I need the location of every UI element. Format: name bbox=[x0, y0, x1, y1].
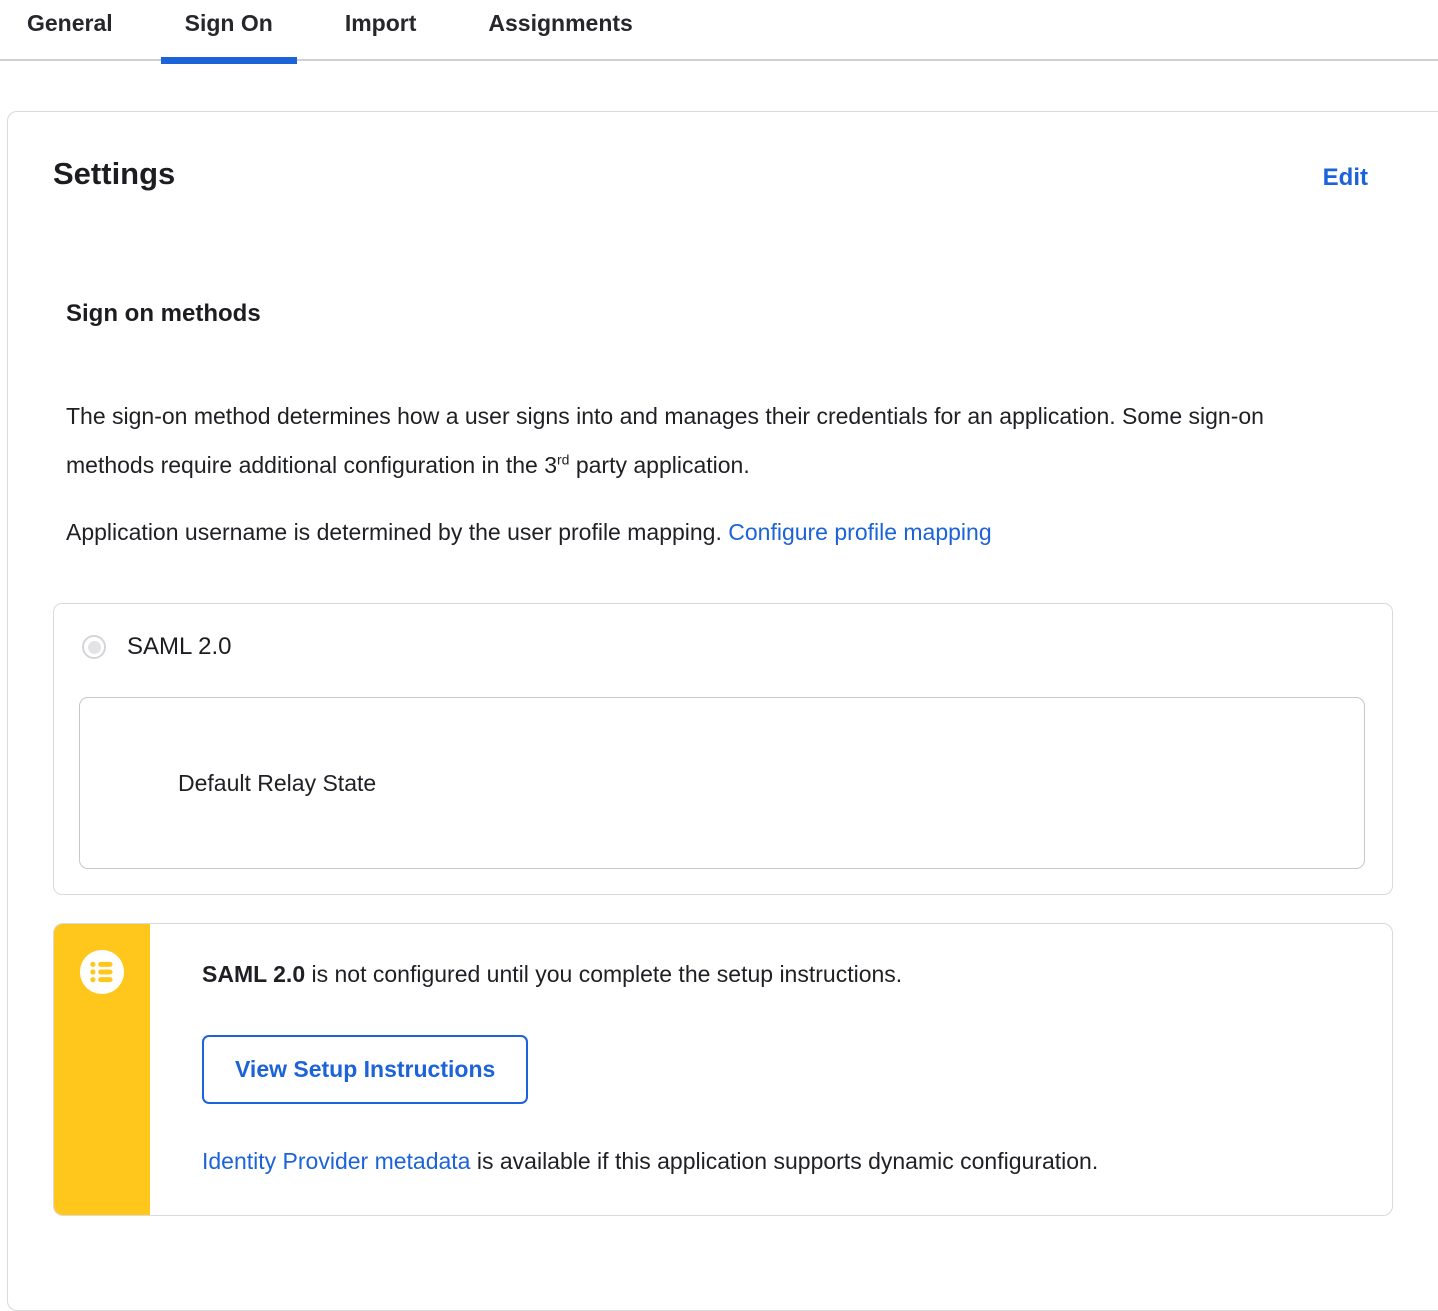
tab-general[interactable]: General bbox=[27, 0, 113, 59]
callout-content: SAML 2.0 is not configured until you com… bbox=[150, 924, 1138, 1215]
saml-radio bbox=[82, 635, 106, 659]
relay-state-panel: Default Relay State bbox=[79, 697, 1365, 869]
tab-bar: General Sign On Import Assignments bbox=[0, 0, 1438, 64]
sign-on-methods-description: The sign-on method determines how a user… bbox=[66, 392, 1336, 490]
saml-radio-label: SAML 2.0 bbox=[127, 633, 232, 660]
tab-import[interactable]: Import bbox=[345, 0, 417, 59]
tab-sign-on[interactable]: Sign On bbox=[160, 0, 298, 64]
tab-assignments[interactable]: Assignments bbox=[488, 0, 632, 59]
saml-radio-row: SAML 2.0 bbox=[79, 633, 1365, 661]
identity-provider-metadata-link[interactable]: Identity Provider metadata bbox=[202, 1148, 470, 1174]
metadata-line-rest: is available if this application support… bbox=[470, 1148, 1099, 1174]
saml-method-panel: SAML 2.0 Default Relay State bbox=[53, 603, 1393, 895]
callout-message: SAML 2.0 is not configured until you com… bbox=[202, 957, 1098, 991]
bulleted-list-icon bbox=[79, 949, 125, 995]
callout-message-bold: SAML 2.0 bbox=[202, 961, 306, 987]
metadata-line: Identity Provider metadata is available … bbox=[202, 1148, 1098, 1175]
sign-on-methods-heading: Sign on methods bbox=[66, 300, 261, 327]
description-text-2: party application. bbox=[569, 452, 750, 478]
settings-header: Settings Edit bbox=[53, 156, 1368, 192]
page-title: Settings bbox=[53, 156, 176, 191]
settings-card: Settings Edit Sign on methods The sign-o… bbox=[7, 111, 1438, 1311]
ordinal-superscript: rd bbox=[557, 451, 570, 468]
warning-accent-bar bbox=[54, 924, 150, 1215]
configure-profile-mapping-link[interactable]: Configure profile mapping bbox=[728, 519, 991, 545]
username-mapping-text: Application username is determined by th… bbox=[66, 508, 1336, 557]
saml-warning-callout: SAML 2.0 is not configured until you com… bbox=[53, 923, 1393, 1216]
relay-state-label: Default Relay State bbox=[178, 769, 377, 796]
view-setup-instructions-button[interactable]: View Setup Instructions bbox=[202, 1035, 529, 1104]
callout-message-rest: is not configured until you complete the… bbox=[305, 961, 903, 987]
edit-button[interactable]: Edit bbox=[1323, 164, 1368, 192]
username-mapping-label: Application username is determined by th… bbox=[66, 519, 729, 545]
radio-dot bbox=[87, 640, 101, 654]
